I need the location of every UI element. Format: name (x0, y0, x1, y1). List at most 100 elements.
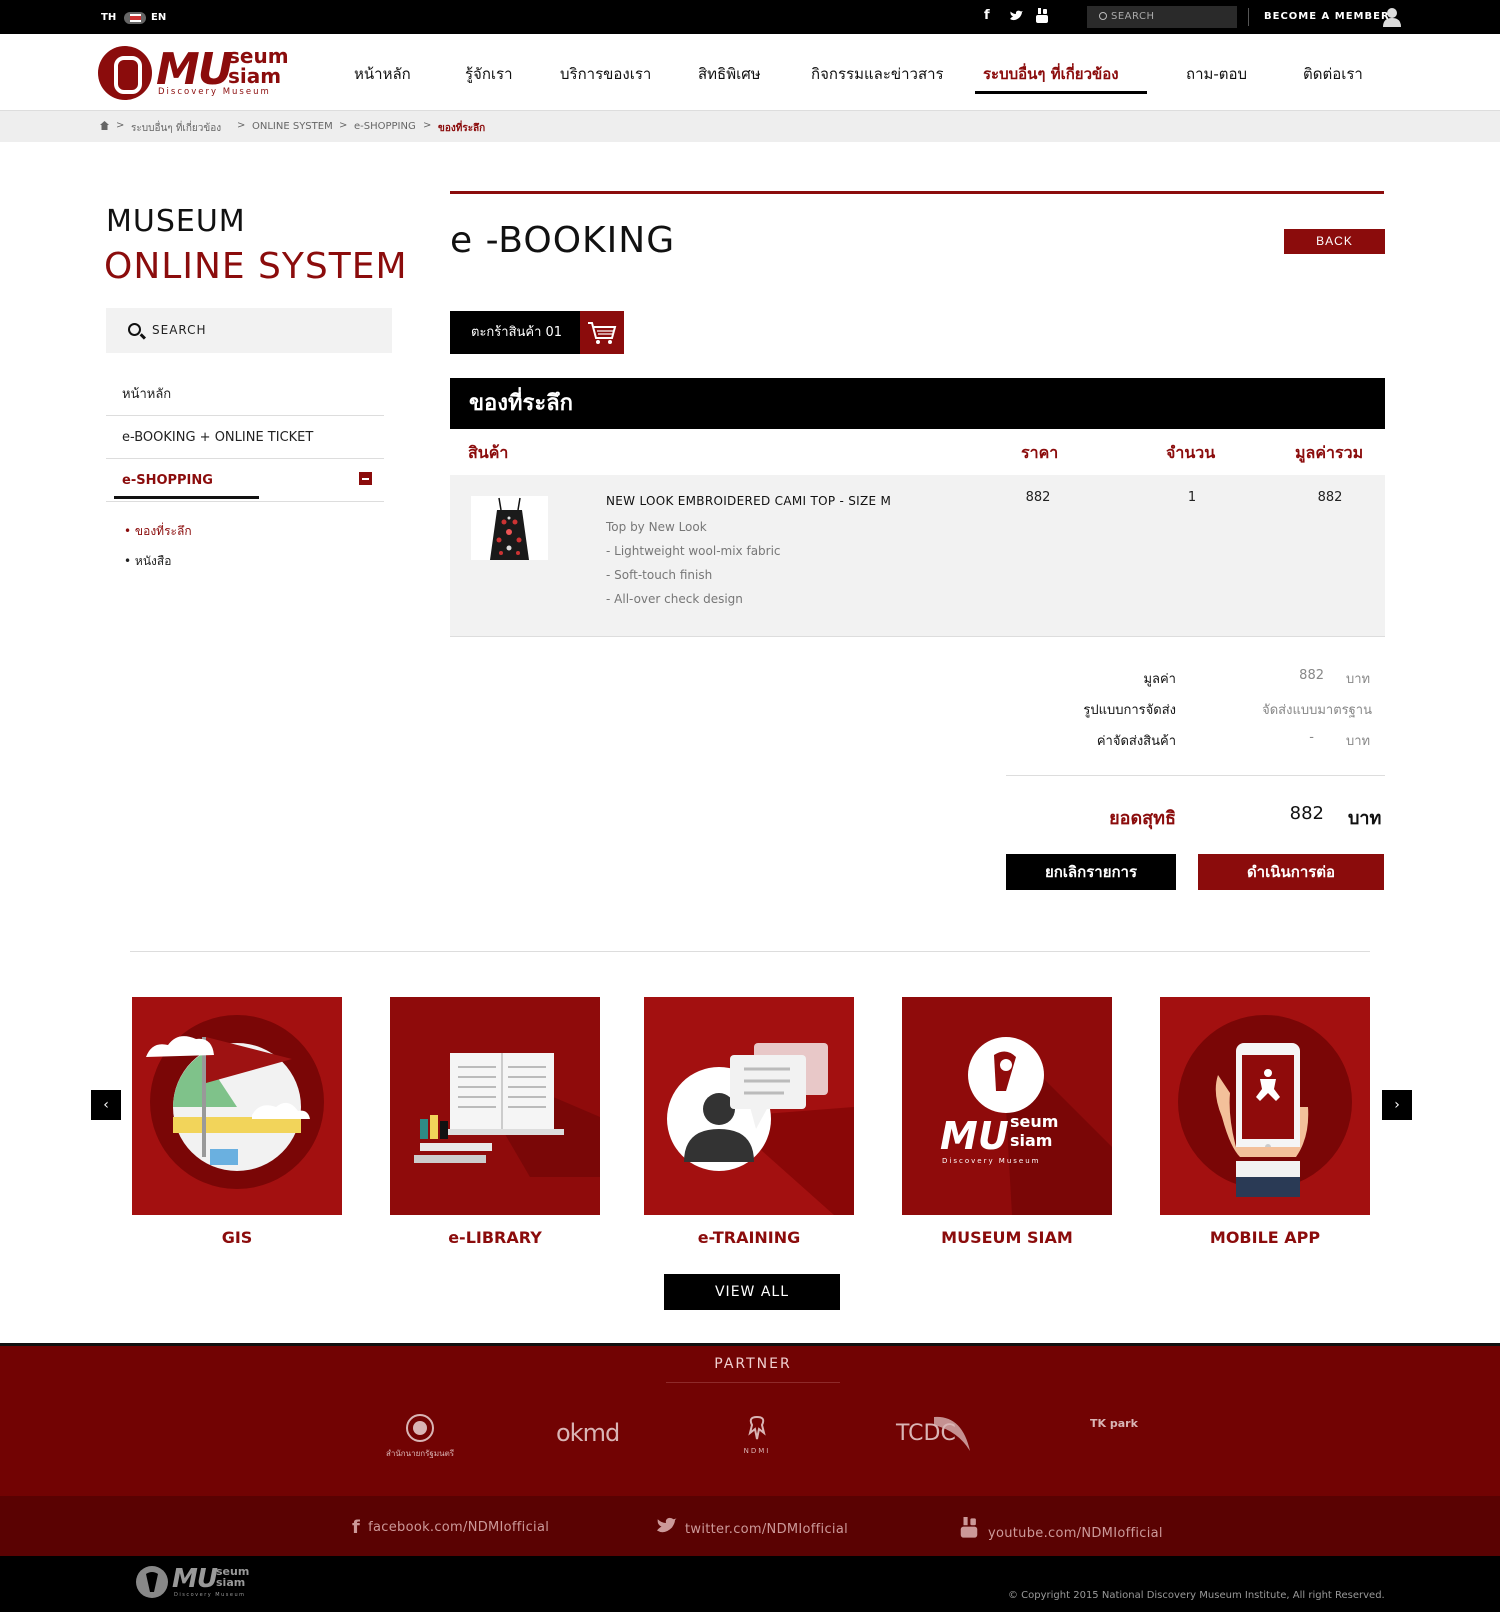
continue-button[interactable]: ดำเนินการต่อ (1198, 854, 1384, 890)
view-all-button[interactable]: VIEW ALL (664, 1274, 840, 1310)
partner-logo-okmd[interactable]: okmd (556, 1419, 620, 1447)
service-label[interactable]: e-TRAINING (644, 1228, 854, 1247)
partner-title: PARTNER (666, 1356, 840, 1383)
breadcrumb-item[interactable]: e-SHOPPING (354, 121, 416, 132)
product-image[interactable] (471, 496, 548, 560)
table-row (450, 475, 1385, 637)
museum-siam-logo[interactable]: MU seum siam Discovery Museum (98, 44, 293, 100)
service-label[interactable]: e-LIBRARY (390, 1228, 600, 1247)
copyright-text: © Copyright 2015 National Discovery Muse… (1008, 1590, 1385, 1601)
tcdc-swoosh-icon (934, 1416, 970, 1451)
youtube-icon (960, 1517, 978, 1538)
sidebar-search-input[interactable]: SEARCH (106, 308, 392, 353)
product-desc-line: - All-over check design (606, 592, 743, 606)
service-card-gis[interactable] (132, 997, 342, 1215)
product-desc-line: - Soft-touch finish (606, 568, 713, 582)
chevron-right-icon: > (423, 120, 432, 131)
service-card-museum-siam[interactable]: MU seum siam Discovery Museum (902, 997, 1112, 1215)
nav-faq[interactable]: ถาม-ตอบ (1186, 62, 1247, 86)
product-desc-line: - Lightweight wool-mix fabric (606, 544, 781, 558)
logo-tagline: Discovery Museum (158, 87, 271, 97)
nav-other-systems[interactable]: ระบบอื่นๆ ที่เกี่ยวข้อง (983, 62, 1119, 86)
summary-fee-value: - (1309, 730, 1314, 745)
nav-about[interactable]: รู้จักเรา (465, 62, 513, 86)
sidebar-item-ebooking[interactable]: e-BOOKING + ONLINE TICKET (106, 416, 384, 459)
nav-services[interactable]: บริการของเรา (560, 62, 651, 86)
user-icon[interactable] (1383, 7, 1401, 27)
sidebar-subitem-books[interactable]: • หนังสือ (124, 552, 171, 571)
logo-mark-icon (136, 1566, 168, 1598)
youtube-link[interactable]: youtube.com/NDMIofficial (958, 1517, 1163, 1541)
sidebar-item-home[interactable]: หน้าหลัก (106, 373, 384, 416)
person-chat-icon (667, 1043, 854, 1215)
partner-logo-tkpark[interactable]: TK park (1090, 1418, 1138, 1429)
summary-value-unit: บาท (1346, 672, 1371, 687)
facebook-icon[interactable]: f (984, 8, 990, 23)
cart-icon[interactable] (580, 311, 624, 354)
logo-subtext: seum siam (228, 44, 289, 88)
breadcrumb-item[interactable]: ONLINE SYSTEM (252, 121, 333, 132)
lang-th-link[interactable]: TH (101, 12, 116, 23)
summary-shipping-label: รูปแบบการจัดส่ง (1083, 703, 1176, 718)
service-label[interactable]: MUSEUM SIAM (902, 1228, 1112, 1247)
product-price: 882 (1025, 490, 1051, 505)
back-button[interactable]: BACK (1284, 229, 1385, 254)
facebook-link[interactable]: f facebook.com/NDMIofficial (352, 1517, 549, 1538)
svg-text:seum: seum (1010, 1112, 1058, 1131)
lang-en-link[interactable]: EN (151, 12, 166, 23)
ndmi-figure-icon (748, 1416, 766, 1440)
language-toggle[interactable] (124, 12, 146, 24)
divider (1248, 8, 1249, 26)
partner-logo-ndmi[interactable]: NDMI (734, 1413, 780, 1455)
carousel-next-button[interactable]: › (1382, 1090, 1412, 1120)
summary-value: 882 (1299, 668, 1324, 683)
sidebar-title: MUSEUM (106, 204, 246, 239)
breadcrumb-item[interactable]: ระบบอื่นๆ ที่เกี่ยวข้อง (131, 121, 221, 136)
twitter-icon[interactable] (1009, 10, 1023, 22)
nav-privileges[interactable]: สิทธิพิเศษ (698, 62, 761, 86)
chevron-right-icon: > (339, 120, 348, 131)
product-total: 882 (1317, 490, 1343, 505)
partner-logo-tcdc[interactable]: TCDC (896, 1416, 970, 1451)
search-icon (128, 323, 141, 336)
sidebar-active-indicator (114, 496, 259, 499)
logo-mark-icon (98, 46, 152, 100)
cart-button[interactable]: ตะกร้าสินค้า 01 (450, 311, 580, 354)
column-header-product: สินค้า (468, 443, 509, 462)
service-card-etraining[interactable] (644, 997, 854, 1215)
nav-home[interactable]: หน้าหลัก (354, 62, 411, 86)
product-qty: 1 (1187, 490, 1197, 505)
twitter-link[interactable]: twitter.com/NDMIofficial (655, 1517, 848, 1537)
section-header: ของที่ระลึก (450, 378, 1385, 429)
net-total-label: ยอดสุทธิ (1109, 808, 1176, 829)
summary-shipping-value: จัดส่งแบบมาตรฐาน (1262, 703, 1372, 718)
service-card-elibrary[interactable] (390, 997, 600, 1215)
top-search-input[interactable]: SEARCH (1087, 6, 1237, 28)
nav-active-indicator (975, 91, 1147, 94)
summary-fee-label: ค่าจัดส่งสินค้า (1096, 734, 1176, 749)
summary-fee-unit: บาท (1346, 734, 1371, 749)
column-header-qty: จำนวน (1166, 443, 1216, 462)
book-icon (414, 1053, 600, 1177)
service-label[interactable]: MOBILE APP (1160, 1228, 1370, 1247)
sidebar-subitem-souvenir[interactable]: • ของที่ระลึก (124, 522, 192, 541)
product-desc-line: Top by New Look (606, 520, 707, 534)
facebook-icon: f (352, 1517, 361, 1538)
top-bar: TH EN f SEARCH BECOME A MEMBER (0, 0, 1500, 34)
service-card-mobile-app[interactable] (1160, 997, 1370, 1215)
partner-logo-opm[interactable]: สำนักนายกรัฐมนตรี (372, 1413, 468, 1460)
column-header-price: ราคา (1021, 443, 1059, 462)
youtube-icon[interactable] (1035, 8, 1049, 24)
divider (1006, 775, 1385, 776)
home-icon[interactable] (100, 121, 109, 130)
cancel-order-button[interactable]: ยกเลิกรายการ (1006, 854, 1176, 890)
footer-logo[interactable]: MU seum siam Discovery Museum (134, 1564, 256, 1600)
collapse-icon[interactable] (359, 472, 372, 485)
twitter-icon (657, 1517, 677, 1533)
nav-activities[interactable]: กิจกรรมและข่าวสาร (811, 62, 944, 86)
nav-contact[interactable]: ติดต่อเรา (1303, 62, 1363, 86)
carousel-prev-button[interactable]: ‹ (91, 1090, 121, 1120)
become-member-link[interactable]: BECOME A MEMBER (1264, 11, 1390, 22)
product-name[interactable]: NEW LOOK EMBROIDERED CAMI TOP - SIZE M (606, 494, 891, 508)
service-label[interactable]: GIS (132, 1228, 342, 1247)
